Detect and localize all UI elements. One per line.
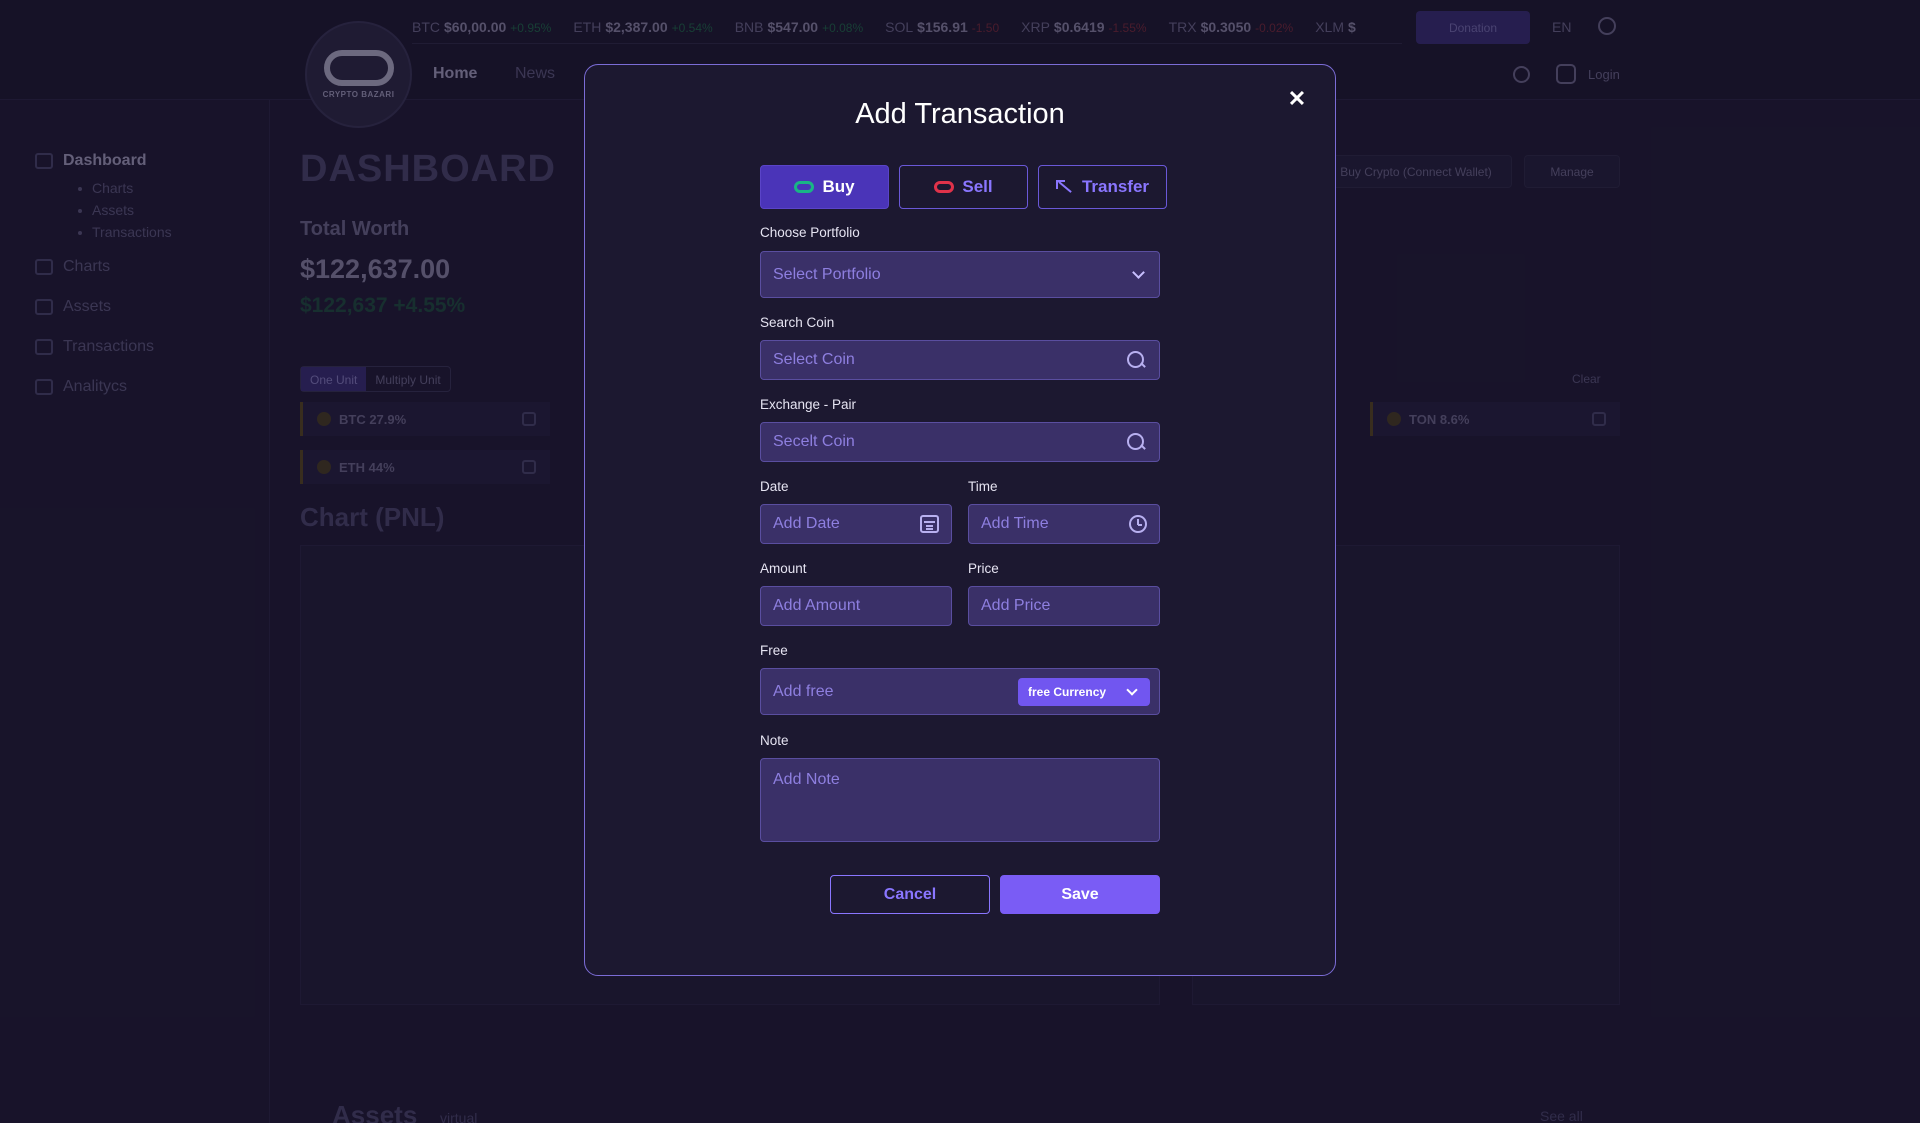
time-label: Time <box>968 479 998 494</box>
calendar-icon[interactable] <box>920 515 939 533</box>
amount-input[interactable] <box>773 587 951 625</box>
search-coin-input[interactable] <box>773 341 1159 379</box>
transfer-icon <box>1055 178 1074 196</box>
free-input-wrapper[interactable]: free Currency <box>760 668 1160 715</box>
alarm-clock-icon[interactable] <box>1129 515 1147 533</box>
date-label: Date <box>760 479 789 494</box>
search-icon[interactable] <box>1127 351 1145 369</box>
exchange-pair-label: Exchange - Pair <box>760 397 857 412</box>
buy-tab-button[interactable]: Buy <box>760 165 889 209</box>
note-textarea[interactable] <box>773 759 1159 841</box>
exchange-pair-input-wrapper[interactable] <box>760 422 1160 462</box>
exchange-pair-input[interactable] <box>773 423 1159 461</box>
chevron-down-icon <box>1132 265 1145 279</box>
portfolio-label: Choose Portfolio <box>760 225 860 240</box>
date-input-wrapper[interactable] <box>760 504 952 544</box>
free-input[interactable] <box>773 669 1023 714</box>
free-currency-dropdown[interactable]: free Currency <box>1018 678 1150 706</box>
amount-input-wrapper[interactable] <box>760 586 952 626</box>
free-label: Free <box>760 643 788 658</box>
search-coin-label: Search Coin <box>760 315 835 330</box>
time-input-wrapper[interactable] <box>968 504 1160 544</box>
save-button[interactable]: Save <box>1000 875 1160 914</box>
buy-icon <box>794 181 815 193</box>
note-label: Note <box>760 733 789 748</box>
close-icon[interactable]: ✕ <box>1285 86 1309 111</box>
modal-title: Add Transaction <box>855 98 1065 130</box>
cancel-button[interactable]: Cancel <box>830 875 990 914</box>
sell-tab-button[interactable]: Sell <box>899 165 1028 209</box>
search-icon[interactable] <box>1127 433 1145 451</box>
search-coin-input-wrapper[interactable] <box>760 340 1160 380</box>
price-input[interactable] <box>981 587 1159 625</box>
amount-label: Amount <box>760 561 807 576</box>
sell-icon <box>934 181 955 193</box>
add-transaction-modal: Add Transaction ✕ Buy Sell Transfer Choo… <box>584 64 1336 976</box>
price-input-wrapper[interactable] <box>968 586 1160 626</box>
chevron-down-icon <box>1126 684 1138 696</box>
price-label: Price <box>968 561 999 576</box>
portfolio-select[interactable]: Select Portfolio <box>760 251 1160 298</box>
note-textarea-wrapper[interactable] <box>760 758 1160 842</box>
transfer-tab-button[interactable]: Transfer <box>1038 165 1167 209</box>
